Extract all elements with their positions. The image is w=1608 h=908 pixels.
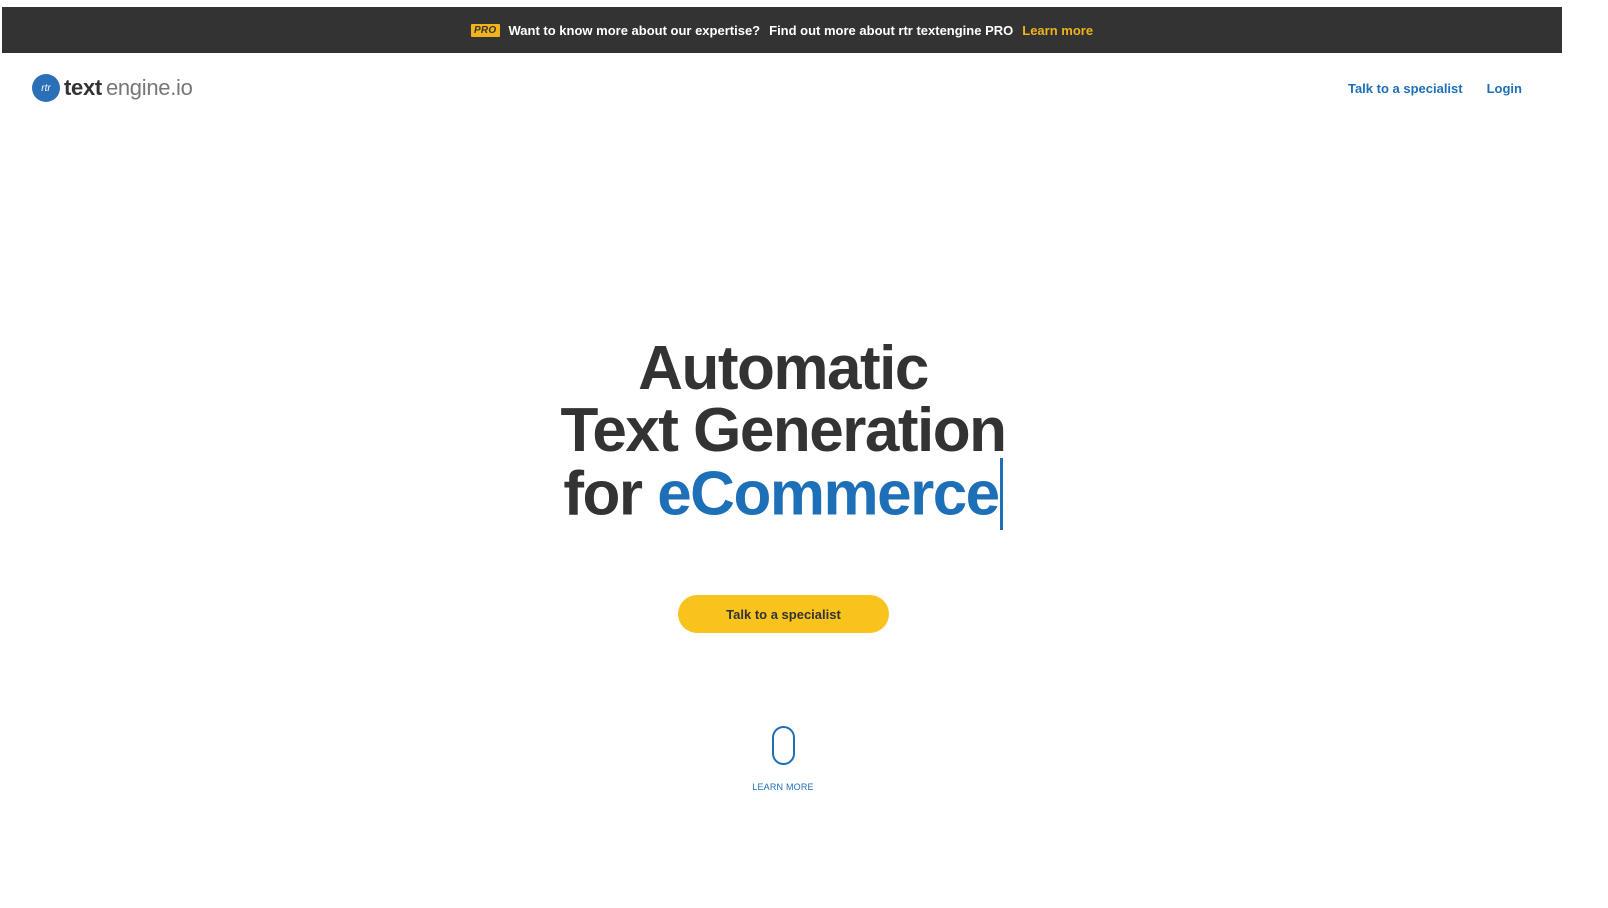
nav-login-link[interactable]: Login <box>1487 81 1522 96</box>
logo[interactable]: rtr text engine.io <box>32 74 193 102</box>
hero-line-3-prefix: for <box>563 459 643 529</box>
learn-more-scroll[interactable]: LEARN MORE <box>733 726 833 792</box>
mouse-scroll-icon <box>771 726 795 765</box>
banner-promo: Find out more about rtr textengine PRO <box>769 22 1014 38</box>
logo-text-bold: text <box>64 75 102 100</box>
top-nav: Talk to a specialist Login <box>1348 81 1522 96</box>
talk-to-specialist-button[interactable]: Talk to a specialist <box>678 595 889 633</box>
hero-line-1: Automatic <box>638 334 929 403</box>
nav-talk-to-specialist-link[interactable]: Talk to a specialist <box>1348 81 1463 96</box>
hero-accent-word: eCommerce <box>657 459 1000 529</box>
logo-mark-icon: rtr <box>32 74 60 102</box>
learn-more-label: LEARN MORE <box>752 782 814 792</box>
logo-text-light: engine.io <box>105 75 193 100</box>
typing-cursor <box>999 458 1003 530</box>
hero-line-3: for eCommerce <box>0 458 1566 534</box>
hero-headline: Automatic Text Generation for eCommerce <box>0 338 1566 534</box>
top-banner: PRO Want to know more about our expertis… <box>2 7 1562 53</box>
banner-learn-more-link[interactable]: Learn more <box>1022 23 1093 38</box>
pro-badge: PRO <box>470 23 500 37</box>
hero-line-2: Text Generation <box>560 396 1007 465</box>
site-header: rtr text engine.io Talk to a specialist … <box>0 53 1560 125</box>
banner-question: Want to know more about our expertise? <box>508 22 761 38</box>
